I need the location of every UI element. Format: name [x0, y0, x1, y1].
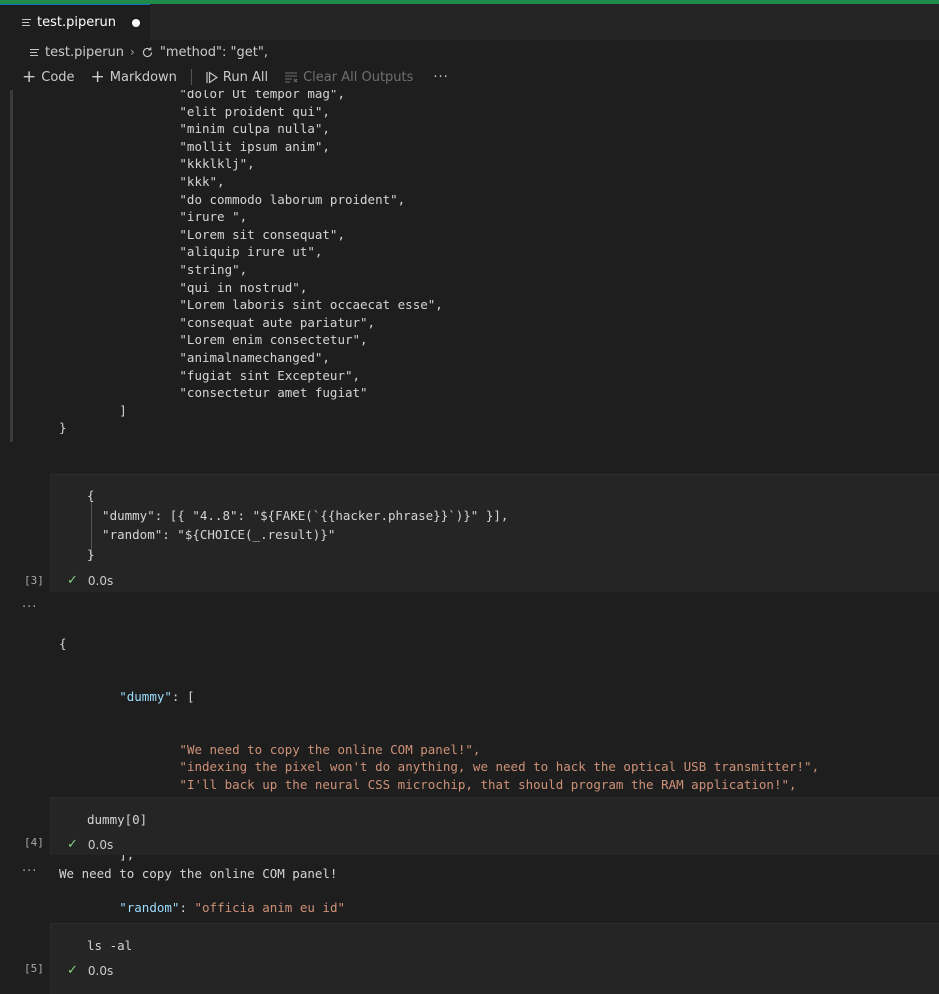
output-line: "consectetur amet fugiat"	[59, 385, 368, 401]
code-line: {	[87, 488, 95, 503]
cell-4-output: We need to copy the online COM panel!	[59, 866, 338, 881]
json-dummy-value: "I'll back up the neural CSS microchip, …	[179, 776, 797, 792]
output-line: "minim culpa nulla",	[59, 121, 330, 137]
cell-4-duration: 0.0s	[87, 837, 114, 852]
breadcrumb: test.piperun › "method": "get",	[0, 40, 939, 64]
output-line: "kkk",	[59, 173, 225, 189]
chevron-right-icon: ›	[130, 45, 135, 59]
output-line: "do commodo laborum proident",	[59, 191, 406, 207]
cell-5-status: ✓ 0.0s	[67, 963, 113, 978]
clear-outputs-icon	[285, 72, 298, 83]
cell-5-code-editor[interactable]: ls -al	[87, 936, 132, 956]
cell-5-execution-count: [5]	[24, 962, 44, 975]
notebook-file-icon	[30, 48, 39, 56]
breadcrumb-symbol-label: "method": "get",	[159, 44, 268, 60]
output-actions-icon[interactable]: ···	[22, 864, 37, 879]
code-cell-4[interactable]: dummy[0] ✓ 0.0s	[50, 797, 939, 855]
more-actions-button[interactable]: ···	[423, 70, 458, 85]
tab-title: test.piperun	[37, 15, 117, 30]
run-all-button[interactable]: Run All	[200, 70, 274, 85]
output-line: "aliquip irure ut",	[59, 244, 323, 260]
json-open-brace: {	[59, 636, 67, 652]
clear-all-outputs-label: Clear All Outputs	[303, 69, 414, 85]
code-line: "random": "${CHOICE(_.result)}"	[87, 527, 336, 542]
breadcrumb-symbol[interactable]: "method": "get",	[141, 45, 268, 60]
editor-tab-bar: test.piperun	[0, 4, 939, 40]
cell-4-code-editor[interactable]: dummy[0]	[87, 810, 147, 830]
more-icon: ···	[433, 69, 449, 85]
code-line: }	[87, 546, 95, 562]
previous-cell-output: "dolor Ut tempor mag", "elit proident qu…	[59, 90, 443, 437]
add-code-label: Code	[41, 69, 75, 85]
add-markdown-cell-button[interactable]: + Markdown	[85, 66, 183, 87]
tab-test-piperun[interactable]: test.piperun	[0, 4, 151, 40]
output-line: "fugiat sint Excepteur",	[59, 367, 361, 383]
code-line: "dummy": [{ "4..8": "${FAKE(`{{hacker.ph…	[87, 507, 509, 523]
cell-3-status: ✓ 0.0s	[67, 573, 113, 588]
json-key-dummy: "dummy"	[119, 688, 172, 704]
add-code-cell-button[interactable]: + Code	[16, 66, 81, 87]
success-check-icon: ✓	[67, 573, 78, 588]
plus-icon: +	[22, 66, 37, 87]
output-line: "elit proident qui",	[59, 103, 330, 119]
toolbar-divider	[190, 69, 192, 85]
success-check-icon: ✓	[67, 837, 78, 852]
success-check-icon: ✓	[67, 963, 78, 978]
plus-icon: +	[90, 66, 105, 87]
output-line: }	[59, 420, 67, 436]
output-scrollbar[interactable]	[10, 90, 13, 442]
notebook-file-icon	[22, 19, 31, 26]
json-key-random: "random"	[119, 900, 180, 916]
run-all-icon	[206, 70, 218, 84]
cell-3-execution-count: [3]	[24, 574, 44, 587]
notebook-content: "dolor Ut tempor mag", "elit proident qu…	[0, 90, 939, 994]
unsaved-dot-icon[interactable]	[132, 18, 141, 27]
output-line: "qui in nostrud",	[59, 279, 308, 295]
json-dummy-value: "We need to copy the online COM panel!",	[179, 741, 481, 757]
code-cell-3[interactable]: { "dummy": [{ "4..8": "${FAKE(`{{hacker.…	[50, 474, 939, 592]
run-all-label: Run All	[222, 69, 269, 85]
output-line: "Lorem laboris sint occaecat esse",	[59, 297, 443, 313]
output-line: "irure ",	[59, 209, 248, 225]
output-line: "animalnamechanged",	[59, 349, 330, 365]
cell-5-duration: 0.0s	[87, 963, 114, 978]
json-dummy-value: "indexing the pixel won't do anything, w…	[179, 759, 820, 775]
cell-3-code-editor[interactable]: { "dummy": [{ "4..8": "${FAKE(`{{hacker.…	[87, 486, 508, 564]
output-line: "kkklklj",	[59, 156, 255, 172]
add-markdown-label: Markdown	[109, 69, 177, 85]
code-cell-5[interactable]: ls -al ✓ 0.0s	[50, 923, 939, 994]
output-line: "mollit ipsum anim",	[59, 138, 330, 154]
breadcrumb-file[interactable]: test.piperun	[30, 45, 124, 60]
output-line: ]	[59, 402, 127, 418]
json-value-random: "officia anim eu id"	[194, 900, 346, 916]
cell-3-duration: 0.0s	[87, 573, 114, 588]
notebook-toolbar: + Code + Markdown Run All Clear All Outp…	[0, 64, 939, 90]
cell-4-status: ✓ 0.0s	[67, 837, 113, 852]
output-line: "dolor Ut tempor mag",	[59, 90, 345, 101]
output-line: "string",	[59, 261, 248, 277]
output-line: "Lorem enim consectetur",	[59, 332, 368, 348]
breadcrumb-file-label: test.piperun	[45, 44, 125, 60]
output-line: "Lorem sit consequat",	[59, 226, 345, 242]
output-line: "consequat aute pariatur",	[59, 314, 376, 330]
cell-4-execution-count: [4]	[24, 836, 44, 849]
clear-all-outputs-button[interactable]: Clear All Outputs	[278, 70, 419, 85]
output-actions-icon[interactable]: ···	[22, 600, 37, 615]
refresh-icon	[142, 46, 152, 57]
